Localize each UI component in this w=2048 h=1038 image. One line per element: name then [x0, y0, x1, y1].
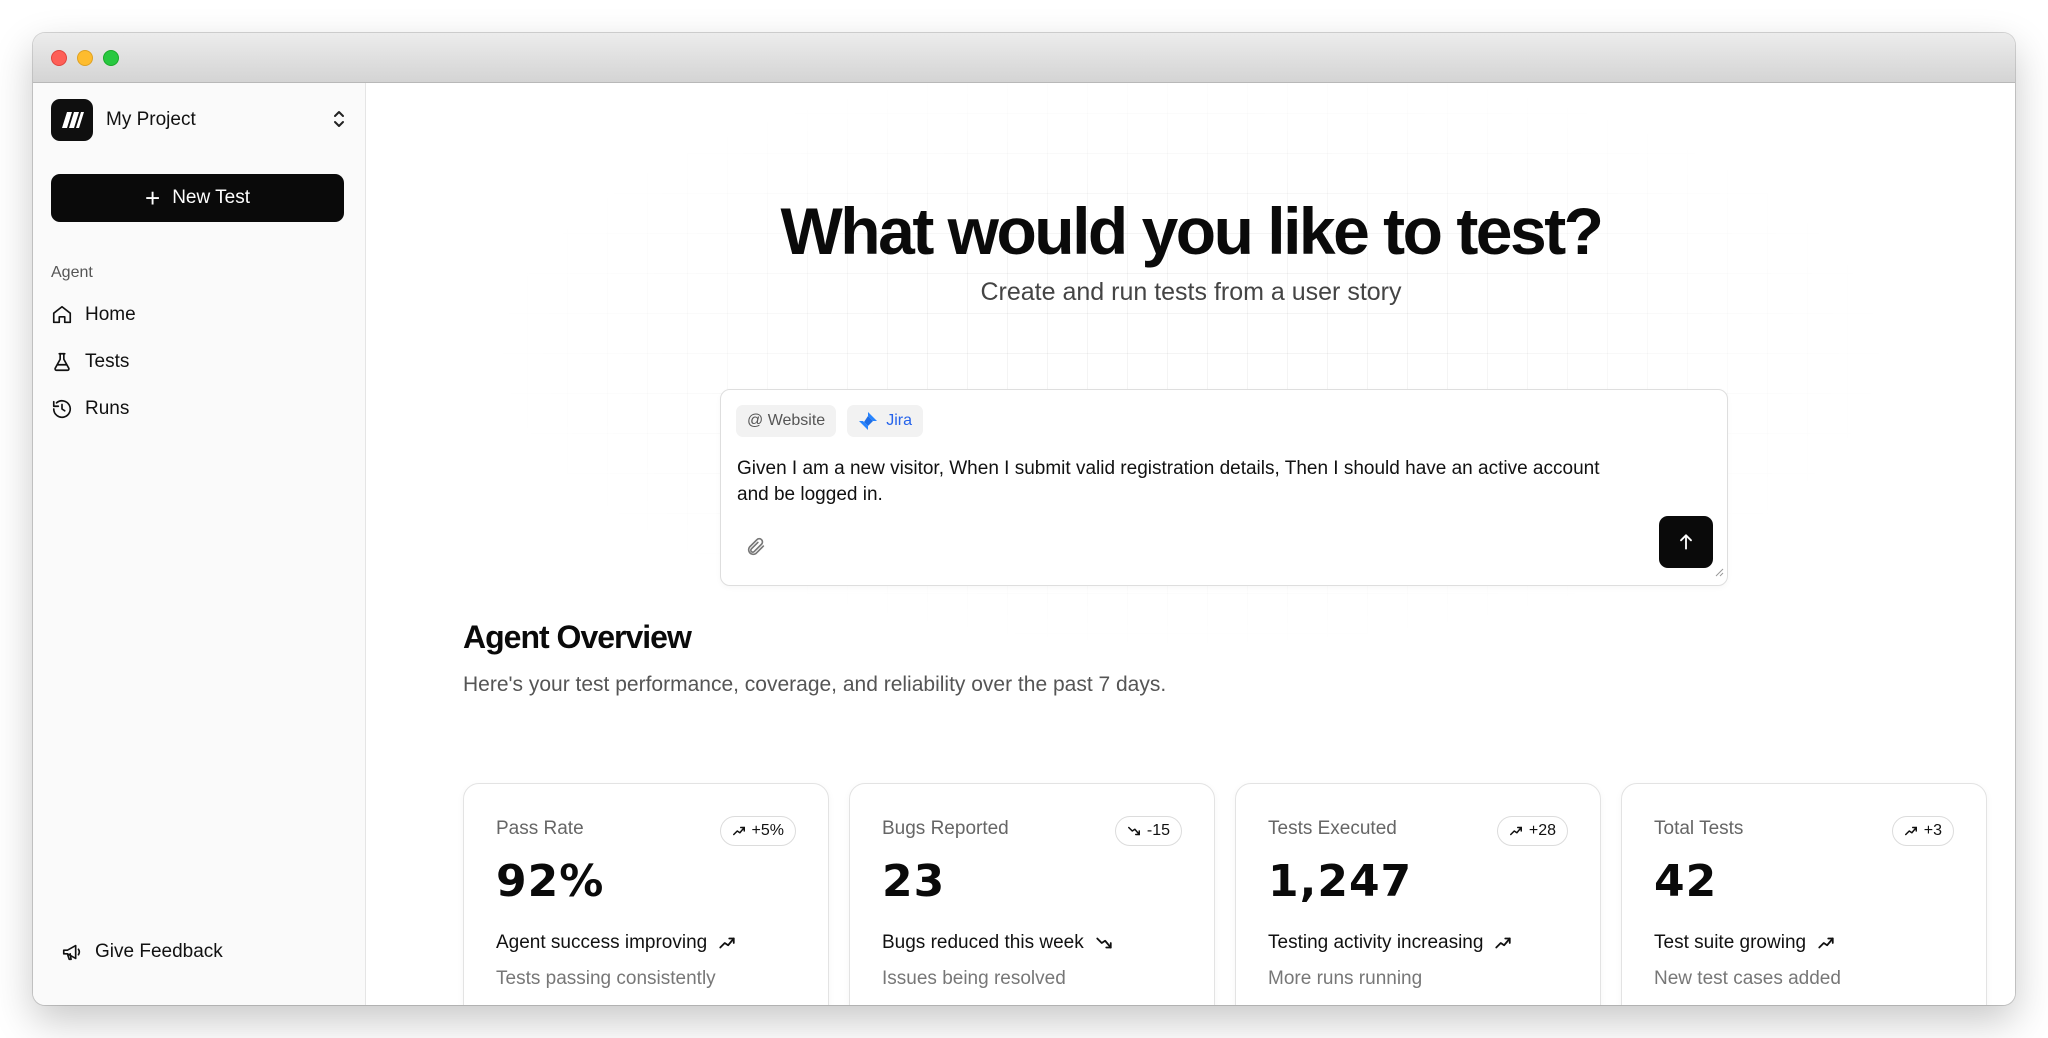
sidebar-nav: Home Tests Runs [51, 291, 346, 432]
metric-subtext: Tests passing consistently [496, 968, 716, 989]
metric-headline: Bugs reduced this week [882, 932, 1114, 954]
metric-card-bugs-reported[interactable]: Bugs Reported -15 23 Bugs reduced this w… [849, 783, 1215, 1005]
title-bar [33, 33, 2015, 83]
sidebar: My Project + New Test Agent Home Tests R… [33, 83, 366, 1005]
page-title: What would you like to test? [780, 194, 1605, 268]
chevron-up-down-icon [332, 108, 346, 135]
metric-change-badge: +5% [719, 816, 796, 846]
metric-cards: Pass Rate +5% 92% Agent success improvin… [463, 783, 1987, 1005]
metric-value: 92% [496, 856, 605, 907]
send-button[interactable] [1659, 516, 1713, 568]
history-icon [52, 399, 72, 418]
metric-headline: Test suite growing [1654, 932, 1836, 954]
sidebar-item-tests[interactable]: Tests [51, 338, 346, 385]
new-test-button[interactable]: + New Test [51, 174, 344, 222]
metric-card-total-tests[interactable]: Total Tests +3 42 Test suite growing New… [1621, 783, 1987, 1005]
trend-down-icon [1127, 826, 1140, 836]
close-window-button[interactable] [51, 50, 67, 66]
metric-subtext: New test cases added [1654, 968, 1841, 989]
new-test-label: New Test [172, 187, 250, 208]
metric-value: 42 [1654, 856, 1718, 907]
home-icon [52, 305, 72, 323]
metric-card-pass-rate[interactable]: Pass Rate +5% 92% Agent success improvin… [463, 783, 829, 1005]
metric-change-badge: -15 [1114, 816, 1182, 846]
minimize-window-button[interactable] [77, 50, 93, 66]
page-subtitle: Create and run tests from a user story [980, 278, 1402, 306]
user-story-input[interactable]: Given I am a new visitor, When I submit … [737, 456, 1617, 508]
sidebar-item-home[interactable]: Home [51, 291, 346, 338]
website-chip[interactable]: @ Website [736, 405, 837, 437]
metric-card-tests-executed[interactable]: Tests Executed +28 1,247 Testing activit… [1235, 783, 1601, 1005]
context-chips: @ Website Jira [736, 405, 923, 437]
website-chip-label: @ Website [747, 412, 826, 429]
agent-overview-title: Agent Overview [463, 619, 692, 655]
project-name: My Project [106, 109, 196, 130]
project-switcher[interactable]: My Project [51, 99, 346, 141]
trend-down-icon [1096, 937, 1112, 949]
plus-icon: + [145, 183, 161, 213]
megaphone-icon [62, 944, 81, 961]
app-logo-icon [51, 99, 93, 141]
jira-chip[interactable]: Jira [847, 405, 923, 437]
metric-label: Tests Executed [1268, 818, 1397, 839]
sidebar-item-label: Runs [85, 397, 130, 419]
give-feedback-label: Give Feedback [95, 941, 223, 962]
main-content: What would you like to test? Create and … [367, 83, 2015, 1005]
sidebar-item-label: Tests [85, 350, 130, 372]
metric-label: Pass Rate [496, 818, 584, 839]
metric-subtext: More runs running [1268, 968, 1423, 989]
maximize-window-button[interactable] [103, 50, 119, 66]
trend-up-icon [1495, 937, 1512, 949]
app-window: My Project + New Test Agent Home Tests R… [33, 33, 2015, 1005]
metric-label: Bugs Reported [882, 818, 1009, 839]
agent-overview-description: Here's your test performance, coverage, … [463, 673, 1167, 696]
metric-headline: Agent success improving [496, 932, 737, 954]
metric-value: 23 [882, 856, 946, 907]
trend-up-icon [1818, 937, 1834, 949]
trend-up-icon [1904, 826, 1917, 836]
trend-up-icon [732, 826, 745, 836]
jira-icon [859, 412, 878, 430]
flask-icon [54, 352, 70, 371]
trend-up-icon [719, 937, 735, 949]
metric-subtext: Issues being resolved [882, 968, 1066, 989]
arrow-up-icon [1680, 534, 1692, 550]
give-feedback-button[interactable]: Give Feedback [61, 941, 223, 963]
metric-value: 1,247 [1268, 856, 1413, 907]
jira-chip-label: Jira [886, 412, 912, 429]
metric-headline: Testing activity increasing [1268, 932, 1513, 954]
sidebar-section-label: Agent [51, 264, 93, 281]
metric-change-badge: +28 [1496, 816, 1568, 846]
paperclip-icon[interactable] [745, 536, 767, 563]
trend-up-icon [1509, 826, 1522, 836]
metric-change-badge: +3 [1891, 816, 1954, 846]
sidebar-item-runs[interactable]: Runs [51, 385, 346, 432]
user-story-composer[interactable]: @ Website Jira Given I am a new visitor,… [720, 389, 1728, 586]
metric-label: Total Tests [1654, 818, 1744, 839]
resize-handle-icon[interactable] [1714, 564, 1724, 582]
sidebar-item-label: Home [85, 303, 136, 325]
